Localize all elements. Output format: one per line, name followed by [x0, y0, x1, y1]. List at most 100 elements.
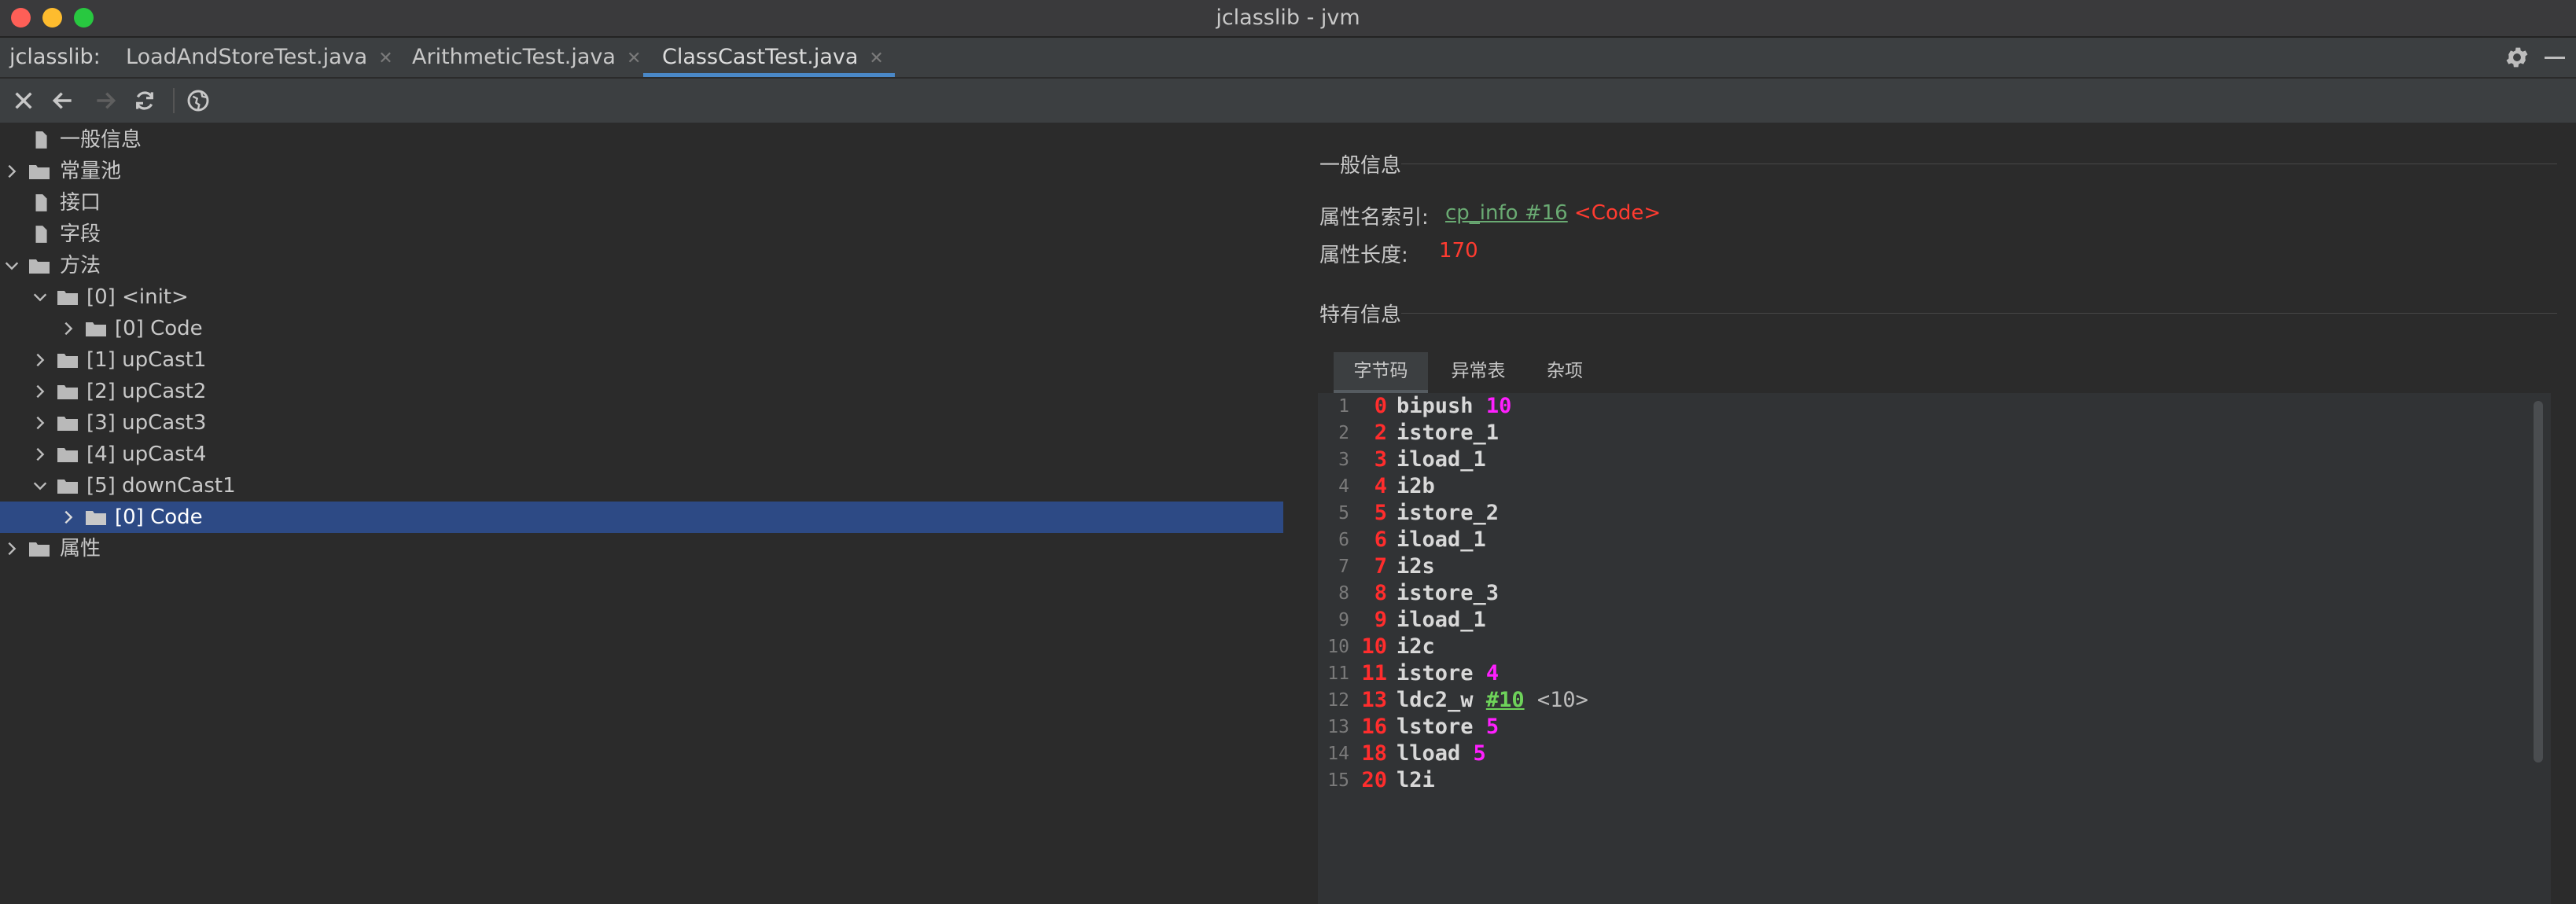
tab-classcasttest[interactable]: ClassCastTest.java ✕ — [643, 38, 895, 79]
tab-bytecode[interactable]: 字节码 — [1334, 352, 1428, 393]
bytecode-line: 12 13 ldc2_w #10 <10> — [1318, 687, 2551, 714]
opcode: istore — [1397, 661, 1474, 685]
bytecode-offset: 13 — [1361, 688, 1387, 712]
close-icon[interactable] — [11, 88, 36, 113]
bytecode-offset: 3 — [1374, 447, 1387, 472]
line-number: 2 — [1338, 423, 1349, 443]
tree-item-method-upcast4[interactable]: [4] upCast4 — [0, 439, 1283, 470]
tree-item-methods[interactable]: 方法 — [0, 250, 1283, 281]
tree-item-downcast1-code[interactable]: [0] Code — [0, 502, 1283, 533]
tree-item-label: 字段 — [60, 222, 101, 246]
folder-icon — [57, 385, 78, 399]
attr-length-label: 属性长度: — [1319, 244, 1408, 267]
chevron-down-icon[interactable] — [31, 477, 49, 494]
folder-icon — [86, 511, 106, 525]
bytecode-instruction: bipush 10 — [1397, 393, 1511, 420]
bytecode-offset: 9 — [1374, 608, 1387, 632]
close-tab-icon[interactable]: ✕ — [378, 39, 392, 79]
opcode: istore_2 — [1397, 501, 1500, 525]
chevron-right-icon[interactable] — [60, 509, 77, 526]
bytecode-line: 11 11 istore 4 — [1318, 660, 2551, 687]
chevron-right-icon[interactable] — [60, 320, 77, 337]
attr-name-label: 属性名索引: — [1319, 206, 1429, 230]
opcode: istore_1 — [1397, 421, 1500, 445]
tree-item-label: [3] upCast3 — [86, 411, 207, 435]
opcode: iload_1 — [1397, 527, 1486, 552]
bytecode-offset: 20 — [1361, 768, 1387, 792]
refresh-icon[interactable] — [132, 88, 157, 113]
bytecode-offset: 7 — [1374, 554, 1387, 579]
tree-item-attributes[interactable]: 属性 — [0, 533, 1283, 564]
opcode: ldc2_w — [1397, 688, 1474, 712]
chevron-right-icon[interactable] — [3, 540, 20, 557]
bytecode-offset: 18 — [1361, 741, 1387, 766]
chevron-down-icon[interactable] — [3, 257, 20, 274]
tree-item-general-info[interactable]: 一般信息 — [0, 124, 1283, 156]
tree-item-method-upcast2[interactable]: [2] upCast2 — [0, 376, 1283, 407]
tree-item-interfaces[interactable]: 接口 — [0, 187, 1283, 219]
tree-item-method-upcast3[interactable]: [3] upCast3 — [0, 407, 1283, 439]
cp-info-link[interactable]: cp_info #16 — [1445, 201, 1568, 225]
tab-exception-table[interactable]: 异常表 — [1431, 352, 1525, 390]
tab-arithmetictest[interactable]: ArithmeticTest.java ✕ — [412, 38, 641, 77]
folder-icon — [29, 165, 50, 179]
tree-item-label: 属性 — [60, 537, 101, 560]
line-number: 10 — [1327, 637, 1349, 657]
line-number: 8 — [1338, 583, 1349, 604]
bytecode-view[interactable]: 1 0 bipush 10 2 2 istore_1 3 3 iload_1 4… — [1318, 393, 2551, 904]
tree-item-method-downcast1[interactable]: [5] downCast1 — [0, 470, 1283, 502]
structure-tree: 一般信息 常量池 接口 字段 方法 [0] <init> [0] Code [1… — [0, 124, 1283, 807]
back-arrow-icon[interactable] — [50, 88, 75, 113]
section-divider — [1401, 313, 2557, 314]
chevron-right-icon[interactable] — [31, 351, 49, 369]
bytecode-line: 10 10 i2c — [1318, 634, 2551, 660]
tree-item-label: [5] downCast1 — [86, 474, 236, 498]
bytecode-line: 6 6 iload_1 — [1318, 527, 2551, 553]
bytecode-instruction: ldc2_w #10 <10> — [1397, 687, 1588, 714]
tree-item-fields[interactable]: 字段 — [0, 219, 1283, 250]
bytecode-line: 9 9 iload_1 — [1318, 607, 2551, 634]
tab-bar: jclasslib: LoadAndStoreTest.java ✕ Arithm… — [0, 38, 2576, 79]
constant-pool-link[interactable]: #10 — [1486, 688, 1525, 712]
chevron-right-icon[interactable] — [31, 383, 49, 400]
bytecode-offset: 0 — [1374, 394, 1387, 418]
toolbar — [0, 79, 2576, 124]
bytecode-instruction: istore 4 — [1397, 660, 1499, 687]
forward-arrow-icon[interactable] — [93, 88, 118, 113]
folder-icon — [57, 480, 78, 494]
bytecode-scrollbar[interactable] — [2534, 401, 2543, 763]
tree-item-method-upcast1[interactable]: [1] upCast1 — [0, 344, 1283, 376]
operand: 10 — [1485, 394, 1512, 418]
line-number: 4 — [1338, 476, 1349, 497]
file-icon — [35, 194, 47, 211]
tab-label: ClassCastTest.java — [662, 45, 859, 69]
folder-icon — [57, 354, 78, 368]
tree-item-init-code[interactable]: [0] Code — [0, 313, 1283, 344]
chevron-right-icon[interactable] — [3, 163, 20, 180]
bytecode-line: 1 0 bipush 10 — [1318, 393, 2551, 420]
line-number: 5 — [1338, 503, 1349, 524]
tree-item-method-init[interactable]: [0] <init> — [0, 281, 1283, 313]
bytecode-line: 13 16 lstore 5 — [1318, 714, 2551, 740]
opcode: i2b — [1397, 474, 1435, 498]
browser-globe-icon[interactable] — [186, 88, 211, 113]
detail-panel: 一般信息 属性名索引: cp_info #16 <Code> 属性长度: 170… — [1285, 124, 2576, 904]
close-tab-icon[interactable]: ✕ — [627, 39, 641, 79]
specific-info-heading: 特有信息 — [1319, 303, 1402, 327]
tab-misc[interactable]: 杂项 — [1525, 352, 1604, 390]
line-number: 13 — [1327, 717, 1349, 737]
line-number: 9 — [1338, 610, 1349, 630]
minimize-panel-icon[interactable] — [2545, 57, 2565, 59]
window-title: jclasslib - jvm — [1216, 6, 1360, 30]
folder-icon — [57, 291, 78, 305]
chevron-down-icon[interactable] — [31, 288, 49, 306]
chevron-right-icon[interactable] — [31, 446, 49, 463]
bytecode-line: 3 3 iload_1 — [1318, 446, 2551, 473]
close-tab-icon[interactable]: ✕ — [869, 39, 883, 79]
line-number: 11 — [1327, 663, 1349, 684]
operand: 5 — [1473, 741, 1486, 766]
settings-gear-icon[interactable] — [2504, 44, 2530, 71]
chevron-right-icon[interactable] — [31, 414, 49, 432]
tree-item-constant-pool[interactable]: 常量池 — [0, 156, 1283, 187]
tab-loadandstoretest[interactable]: LoadAndStoreTest.java ✕ — [126, 38, 393, 77]
